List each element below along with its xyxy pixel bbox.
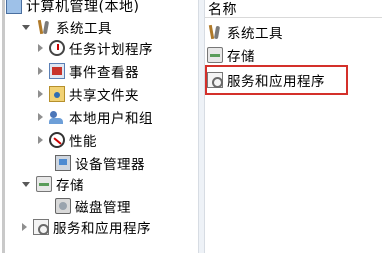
users-icon: [49, 109, 65, 125]
tree-item-performance[interactable]: 性能: [38, 129, 97, 151]
tree-item-services-apps[interactable]: 服务和应用程序: [22, 216, 151, 238]
list-item-system-tools[interactable]: 系统工具: [207, 22, 283, 42]
collapse-arrow-icon[interactable]: [38, 113, 43, 121]
services-icon: [33, 219, 49, 235]
collapse-arrow-icon[interactable]: [38, 44, 43, 52]
tree-root-node[interactable]: 计算机管理(本地): [6, 0, 139, 15]
tree-item-system-tools[interactable]: 系统工具: [22, 16, 112, 38]
tree-item-label: 服务和应用程序: [53, 221, 151, 237]
navigation-tree-pane: 计算机管理(本地) 系统工具 任务计划程序 事件查看器 共享文件夹 本地用户和组…: [0, 0, 198, 253]
tree-item-label: 存储: [56, 178, 84, 194]
tree-guide-line: [2, 0, 5, 253]
tree-item-local-users[interactable]: 本地用户和组: [38, 106, 153, 128]
tree-item-label: 磁盘管理: [75, 200, 131, 216]
list-item-label: 存储: [227, 49, 255, 65]
services-icon: [207, 72, 223, 88]
tree-item-disk-management[interactable]: 磁盘管理: [38, 195, 131, 217]
collapse-arrow-icon[interactable]: [22, 223, 27, 231]
tree-item-task-scheduler[interactable]: 任务计划程序: [38, 37, 153, 59]
expand-arrow-icon[interactable]: [22, 24, 30, 30]
device-manager-icon: [55, 155, 71, 171]
event-viewer-icon: [49, 63, 65, 79]
expand-arrow-icon[interactable]: [22, 181, 30, 187]
storage-icon: [207, 47, 223, 63]
tree-item-storage[interactable]: 存储: [22, 173, 84, 195]
tree-item-shared-folders[interactable]: 共享文件夹: [38, 83, 139, 105]
tree-item-label: 系统工具: [56, 21, 112, 37]
pane-splitter[interactable]: [198, 0, 205, 253]
shared-folder-icon: [49, 86, 65, 102]
list-pane: 名称 系统工具 存储 服务和应用程序: [205, 0, 382, 253]
list-item-label: 服务和应用程序: [227, 74, 325, 90]
list-item-storage[interactable]: 存储: [207, 45, 255, 65]
tree-item-label: 性能: [69, 134, 97, 150]
tools-icon: [207, 24, 223, 40]
task-scheduler-icon: [49, 40, 65, 56]
tree-root-label: 计算机管理(本地): [26, 0, 140, 15]
collapse-arrow-icon[interactable]: [38, 67, 43, 75]
column-header-label: 名称: [208, 1, 237, 18]
disk-icon: [55, 198, 71, 214]
list-item-label: 系统工具: [227, 26, 283, 42]
performance-icon: [49, 132, 65, 148]
list-item-services-apps[interactable]: 服务和应用程序: [207, 70, 325, 90]
tree-item-label: 事件查看器: [69, 65, 139, 81]
tree-item-device-manager[interactable]: 设备管理器: [38, 152, 145, 174]
collapse-arrow-icon[interactable]: [38, 90, 43, 98]
computer-icon: [6, 0, 22, 14]
tree-item-label: 本地用户和组: [69, 111, 153, 127]
collapse-arrow-icon[interactable]: [38, 136, 43, 144]
tree-item-label: 共享文件夹: [69, 88, 139, 104]
tree-item-label: 任务计划程序: [69, 42, 153, 58]
tools-icon: [36, 19, 52, 35]
tree-item-label: 设备管理器: [75, 157, 145, 173]
storage-icon: [36, 176, 52, 192]
column-header-name[interactable]: 名称: [205, 0, 382, 18]
tree-item-event-viewer[interactable]: 事件查看器: [38, 60, 139, 82]
